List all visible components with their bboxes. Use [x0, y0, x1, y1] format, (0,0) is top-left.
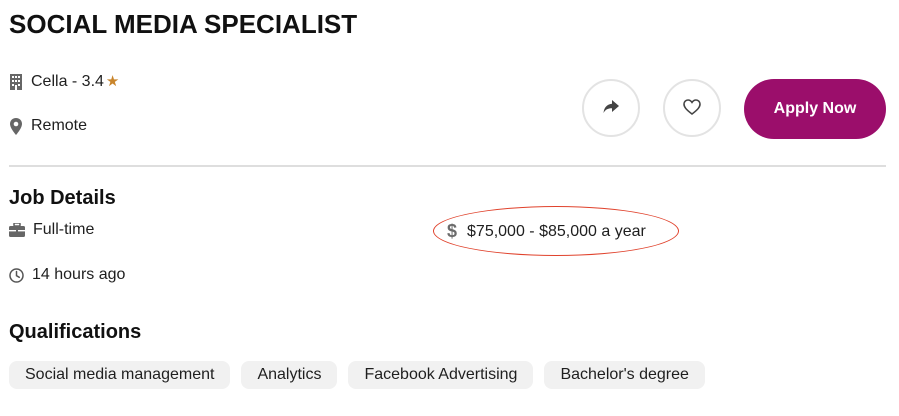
share-arrow-icon [603, 99, 619, 117]
qualification-tag[interactable]: Facebook Advertising [348, 361, 534, 389]
qualification-tag[interactable]: Social media management [9, 361, 231, 389]
save-job-button[interactable] [663, 79, 721, 137]
building-icon [9, 73, 23, 90]
posted-row: 14 hours ago [9, 266, 125, 284]
heart-icon [683, 98, 701, 118]
company-row: Cella - 3.4 ★ [9, 72, 119, 91]
salary-text: $75,000 - $85,000 a year [467, 222, 646, 240]
location-pin-icon [9, 117, 23, 135]
qualifications-heading: Qualifications [9, 321, 142, 343]
qualification-tags: Social media management Analytics Facebo… [9, 361, 705, 389]
company-name[interactable]: Cella - 3.4 [31, 73, 104, 90]
job-type-text: Full-time [33, 221, 95, 238]
job-type-row: Full-time [9, 221, 94, 239]
job-details-heading: Job Details [9, 187, 116, 209]
location-row: Remote [9, 117, 87, 135]
posted-text: 14 hours ago [32, 266, 126, 283]
dollar-icon: $ [447, 221, 458, 241]
share-button[interactable] [582, 79, 640, 137]
qualification-tag[interactable]: Bachelor's degree [544, 361, 705, 389]
star-icon: ★ [105, 73, 120, 90]
divider [9, 165, 886, 167]
clock-icon [9, 267, 24, 283]
apply-now-button[interactable]: Apply Now [744, 79, 886, 139]
briefcase-icon [9, 223, 25, 237]
salary-row: $ $75,000 - $85,000 a year [447, 221, 646, 242]
job-title: SOCIAL MEDIA SPECIALIST [9, 9, 358, 39]
qualification-tag[interactable]: Analytics [241, 361, 338, 389]
location-text: Remote [31, 117, 88, 134]
